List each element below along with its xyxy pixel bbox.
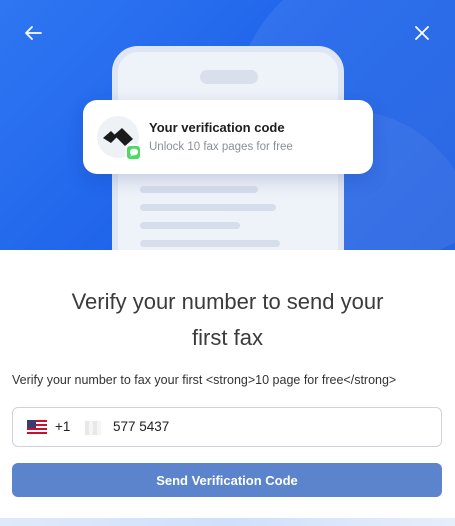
phone-number-field[interactable]: +1	[12, 407, 442, 447]
page-title: Verify your number to send your first fa…	[20, 284, 435, 356]
arrow-left-icon	[25, 26, 42, 40]
redacted-digits	[85, 421, 101, 435]
verification-notification: Your verification code Unlock 10 fax pag…	[83, 100, 373, 174]
notification-subtitle: Unlock 10 fax pages for free	[149, 141, 293, 153]
phone-notch	[200, 70, 258, 84]
phone-number-input[interactable]	[113, 419, 413, 434]
placeholder-line	[140, 186, 258, 193]
close-icon	[415, 26, 429, 40]
country-code: +1	[55, 419, 71, 434]
notification-title: Your verification code	[149, 120, 285, 135]
page-title-line: Verify your number to send your	[71, 289, 384, 314]
placeholder-line	[140, 240, 280, 247]
hero-banner: Your verification code Unlock 10 fax pag…	[0, 0, 455, 250]
placeholder-line	[140, 222, 240, 229]
placeholder-line	[140, 204, 276, 211]
description-text: Verify your number to fax your first <st…	[12, 373, 397, 387]
page-title-line: first fax	[192, 325, 263, 350]
us-flag-icon[interactable]	[27, 420, 47, 434]
send-verification-code-button[interactable]: Send Verification Code	[12, 463, 442, 497]
back-button[interactable]	[18, 18, 48, 48]
bottom-decoration	[0, 518, 455, 526]
message-bubble-icon	[125, 144, 142, 161]
close-button[interactable]	[407, 18, 437, 48]
